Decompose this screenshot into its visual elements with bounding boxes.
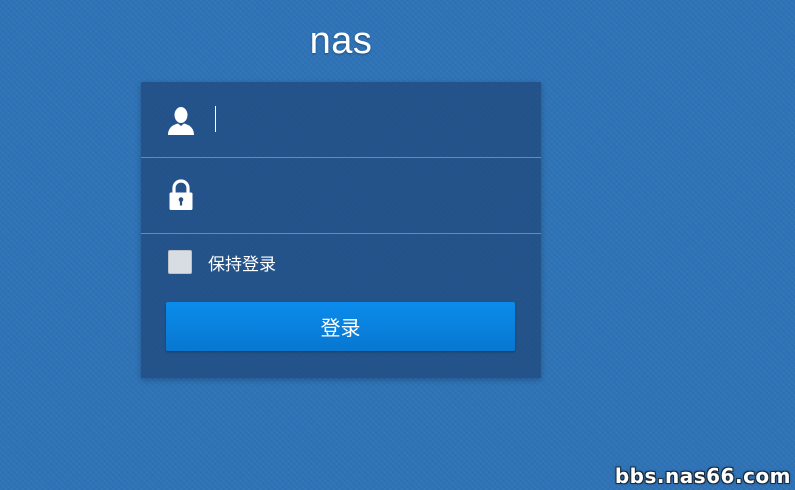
password-input[interactable]: [215, 178, 515, 212]
remember-me-label: 保持登录: [208, 254, 276, 275]
login-panel: 保持登录 登录: [141, 82, 541, 378]
username-input[interactable]: [215, 102, 515, 136]
username-row: [141, 82, 541, 158]
user-icon: [165, 102, 197, 138]
remember-me-option[interactable]: 保持登录: [168, 249, 276, 275]
text-cursor: [215, 106, 216, 132]
remember-me-checkbox[interactable]: [168, 250, 192, 274]
app-title: nas: [309, 20, 373, 62]
lock-icon: [165, 177, 197, 213]
password-row: [141, 158, 541, 234]
watermark: bbs.nas66.com: [614, 464, 791, 488]
login-button[interactable]: 登录: [166, 302, 515, 351]
